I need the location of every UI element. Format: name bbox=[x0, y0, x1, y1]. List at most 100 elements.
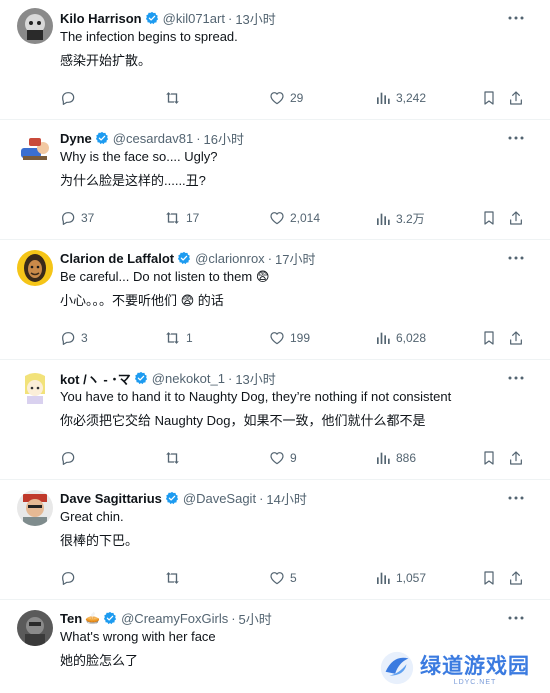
views-button[interactable]: 3.2万 bbox=[375, 210, 425, 227]
user-name[interactable]: Kilo Harrison bbox=[60, 11, 142, 26]
retweet-button[interactable]: 1 bbox=[164, 330, 193, 346]
views-button[interactable]: 1,057 bbox=[375, 570, 426, 586]
like-button[interactable]: 5 bbox=[269, 570, 297, 586]
views-icon bbox=[375, 570, 391, 586]
user-name[interactable]: Clarion de Laffalot bbox=[60, 251, 174, 266]
more-icon[interactable] bbox=[508, 130, 524, 146]
reply-button[interactable] bbox=[60, 570, 81, 586]
verified-badge-icon bbox=[165, 491, 179, 505]
views-button[interactable]: 886 bbox=[375, 450, 416, 466]
share-button[interactable] bbox=[508, 330, 524, 346]
share-button[interactable] bbox=[508, 90, 524, 106]
reply-icon bbox=[60, 330, 76, 346]
views-icon bbox=[375, 90, 391, 106]
retweet-icon bbox=[164, 330, 181, 346]
retweet-icon bbox=[164, 570, 181, 586]
like-count: 29 bbox=[290, 91, 304, 105]
user-name[interactable]: Ten bbox=[60, 611, 82, 626]
share-icon bbox=[508, 90, 524, 106]
share-button[interactable] bbox=[508, 570, 524, 586]
retweet-button[interactable] bbox=[164, 90, 186, 106]
like-button[interactable]: 199 bbox=[269, 330, 310, 346]
user-handle[interactable]: @DaveSagit bbox=[183, 491, 256, 506]
reply-translation: 你必须把它交给 Naughty Dog，如果不一致，他们就什么都不是 bbox=[60, 413, 426, 428]
reply-text: Great chin. bbox=[60, 509, 124, 524]
avatar[interactable] bbox=[17, 8, 53, 44]
user-handle[interactable]: @cesardav81 bbox=[113, 131, 193, 146]
retweet-count: 17 bbox=[186, 211, 200, 225]
bookmark-button[interactable] bbox=[481, 210, 497, 226]
reply-translation: 她的脸怎么了 bbox=[60, 653, 139, 668]
avatar[interactable] bbox=[17, 250, 53, 286]
timestamp[interactable]: 5小时 bbox=[239, 609, 272, 628]
action-bar: 9 886 bbox=[60, 450, 525, 470]
view-count: 6,028 bbox=[396, 331, 427, 345]
reply-translation: 为什么脸是这样的......丑? bbox=[60, 173, 206, 188]
timestamp[interactable]: 13小时 bbox=[235, 369, 275, 388]
reply-text: What's wrong with her face bbox=[60, 629, 216, 644]
more-icon[interactable] bbox=[508, 250, 524, 266]
verified-badge-icon bbox=[95, 131, 109, 145]
bookmark-button[interactable] bbox=[481, 330, 497, 346]
retweet-button[interactable] bbox=[164, 450, 186, 466]
user-name[interactable]: Dyne bbox=[60, 131, 92, 146]
bookmark-icon bbox=[481, 450, 497, 466]
user-handle[interactable]: @CreamyFoxGirls bbox=[121, 611, 228, 626]
avatar[interactable] bbox=[17, 130, 53, 166]
bookmark-button[interactable] bbox=[481, 90, 497, 106]
retweet-button[interactable] bbox=[164, 570, 186, 586]
more-icon[interactable] bbox=[508, 10, 524, 26]
more-icon[interactable] bbox=[508, 370, 524, 386]
separator: · bbox=[259, 490, 264, 506]
user-handle[interactable]: @nekokot_1 bbox=[152, 371, 225, 386]
reply-button[interactable] bbox=[60, 90, 81, 106]
verified-badge-icon bbox=[103, 611, 117, 625]
views-icon bbox=[375, 211, 391, 227]
reply-text: The infection begins to spread. bbox=[60, 29, 238, 44]
reply-button[interactable] bbox=[60, 450, 81, 466]
user-handle[interactable]: @kil071art bbox=[163, 11, 225, 26]
like-count: 2,014 bbox=[290, 211, 321, 225]
reply-button[interactable]: 37 bbox=[60, 210, 94, 226]
share-button[interactable] bbox=[508, 450, 524, 466]
reply-icon bbox=[60, 450, 76, 466]
watermark-logo-icon bbox=[380, 651, 414, 685]
like-count: 5 bbox=[290, 571, 297, 585]
timestamp[interactable]: 16小时 bbox=[204, 129, 244, 148]
verified-badge-icon bbox=[134, 371, 148, 385]
retweet-button[interactable]: 17 bbox=[164, 210, 199, 226]
bookmark-icon bbox=[481, 210, 497, 226]
user-name[interactable]: kot /ヽ - ･マ bbox=[60, 369, 131, 388]
more-icon[interactable] bbox=[508, 610, 524, 626]
user-name[interactable]: Dave Sagittarius bbox=[60, 491, 162, 506]
views-button[interactable]: 6,028 bbox=[375, 330, 426, 346]
reply-item[interactable]: Dave Sagittarius @DaveSagit · 14小时 Great… bbox=[0, 480, 550, 600]
timestamp[interactable]: 14小时 bbox=[266, 489, 306, 508]
like-icon bbox=[269, 90, 285, 106]
avatar[interactable] bbox=[17, 610, 53, 646]
timestamp[interactable]: 17小时 bbox=[275, 249, 315, 268]
avatar[interactable] bbox=[17, 370, 53, 406]
like-button[interactable]: 29 bbox=[269, 90, 303, 106]
avatar[interactable] bbox=[17, 490, 53, 526]
views-button[interactable]: 3,242 bbox=[375, 90, 426, 106]
reply-item[interactable]: Kilo Harrison @kil071art · 13小时 The infe… bbox=[0, 0, 550, 120]
share-button[interactable] bbox=[508, 210, 524, 226]
reply-item[interactable]: kot /ヽ - ･マ @nekokot_1 · 13小时 You have t… bbox=[0, 360, 550, 480]
retweet-icon bbox=[164, 90, 181, 106]
timestamp[interactable]: 13小时 bbox=[235, 9, 275, 28]
reply-item[interactable]: Clarion de Laffalot @clarionrox · 17小时 B… bbox=[0, 240, 550, 360]
watermark-title: 绿道游戏园 bbox=[420, 655, 530, 678]
reply-button[interactable]: 3 bbox=[60, 330, 88, 346]
reply-item[interactable]: Dyne @cesardav81 · 16小时 Why is the face … bbox=[0, 120, 550, 240]
like-button[interactable]: 2,014 bbox=[269, 210, 320, 226]
bookmark-button[interactable] bbox=[481, 450, 497, 466]
reply-header: Ten 🥧 @CreamyFoxGirls · 5小时 bbox=[60, 609, 272, 627]
reply-text: Why is the face so.... Ugly? bbox=[60, 149, 218, 164]
name-emoji: 🥧 bbox=[85, 611, 101, 625]
more-icon[interactable] bbox=[508, 490, 524, 506]
bookmark-button[interactable] bbox=[481, 570, 497, 586]
like-button[interactable]: 9 bbox=[269, 450, 297, 466]
like-icon bbox=[269, 330, 285, 346]
user-handle[interactable]: @clarionrox bbox=[195, 251, 265, 266]
